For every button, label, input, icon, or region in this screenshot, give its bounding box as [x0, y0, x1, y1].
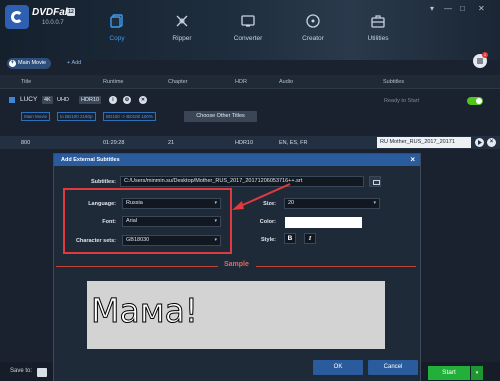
row-chapter: 21	[168, 140, 175, 146]
status-text: Ready to Start	[384, 98, 420, 104]
nav-converter[interactable]: Converter	[218, 14, 278, 52]
subtitles-label: Subtitles:	[90, 179, 116, 185]
restore-icon[interactable]: □	[460, 4, 465, 13]
style-label: Style:	[261, 237, 276, 243]
info-icon[interactable]: i	[109, 96, 117, 104]
toolbox-icon	[371, 15, 385, 28]
sample-heading: Sample	[224, 261, 249, 268]
badge-hdr10: HDR10	[79, 96, 102, 104]
badge-uhd: UHD	[57, 97, 69, 103]
version-badge: 12	[67, 8, 75, 16]
row-runtime: 01:29:28	[103, 140, 125, 146]
nav-creator-label: Creator	[302, 35, 324, 42]
subtitle-dropdown[interactable]: RU Mother_RUS_2017_20171	[377, 137, 471, 148]
dialog-title: Add External Subtitles	[61, 157, 120, 163]
choose-other-titles-button[interactable]: Choose Other Titles	[184, 111, 257, 122]
settings-menu-icon[interactable]: ▾	[430, 4, 434, 13]
close-icon[interactable]: ✕	[478, 4, 485, 13]
start-options-dropdown[interactable]: ▾	[471, 366, 483, 380]
minimize-icon[interactable]: —	[444, 4, 452, 13]
divider-left	[56, 266, 218, 267]
row-hdr: HDR10	[235, 140, 254, 146]
column-header: Title Runtime Chapter HDR Audio Subtitle…	[0, 75, 500, 89]
queue-count-badge: 1	[482, 52, 488, 58]
color-label: Color:	[259, 219, 276, 225]
col-audio: Audio	[279, 79, 294, 85]
tag-compression[interactable]: BD100 -> BD100 100%	[103, 112, 156, 121]
nav-copy-label: Copy	[109, 35, 125, 42]
save-folder-icon[interactable]	[37, 368, 47, 377]
sample-preview: Мама!	[87, 281, 385, 349]
ripper-icon	[176, 15, 188, 27]
ok-button[interactable]: OK	[313, 360, 363, 375]
remove-icon[interactable]: ✕	[139, 96, 147, 104]
chevron-down-icon: ▾	[373, 200, 376, 206]
copy-disc-icon	[110, 14, 123, 28]
dialog-close-icon[interactable]: ×	[410, 155, 415, 164]
play-icon[interactable]	[475, 138, 484, 147]
start-button[interactable]: Start	[428, 366, 470, 380]
converter-icon	[241, 15, 255, 27]
dialog-header: Add External Subtitles ×	[54, 154, 420, 166]
row-title: 800	[21, 140, 31, 146]
main-movie-label: Main Movie	[18, 60, 47, 66]
sample-text: Мама!	[90, 291, 199, 331]
nav-ripper-label: Ripper	[172, 35, 192, 42]
save-to-label: Save to:	[10, 368, 33, 374]
tag-output-format[interactable]: to BD100 2160p	[57, 112, 96, 121]
annotation-highlight-box	[63, 188, 232, 254]
toolbar: + Main Movie + Add	[0, 55, 500, 71]
nav-ripper[interactable]: Ripper	[152, 14, 212, 52]
divider-right	[256, 266, 416, 267]
col-subtitles: Subtitles	[383, 79, 405, 85]
nav-copy[interactable]: Copy	[87, 14, 147, 52]
nav-creator[interactable]: Creator	[283, 14, 343, 52]
size-select[interactable]: 20 ▾	[284, 198, 380, 209]
movie-title: LUCY	[20, 96, 38, 103]
enable-toggle[interactable]	[467, 97, 483, 105]
bold-button[interactable]: B	[284, 233, 296, 244]
subtitle-remove-icon[interactable]: ×	[487, 138, 496, 147]
top-bar: DVDFab 12 10.0.0.7 Copy Ripper Converter…	[0, 0, 500, 60]
col-runtime: Runtime	[103, 79, 124, 85]
col-title: Title	[21, 79, 32, 85]
main-movie-button[interactable]: + Main Movie	[7, 58, 52, 69]
plus-icon: +	[9, 60, 16, 67]
add-button[interactable]: + Add	[67, 59, 81, 68]
annotation-arrow-icon	[232, 183, 291, 210]
tag-main-movie[interactable]: Main Movie	[21, 112, 51, 121]
col-chapter: Chapter	[168, 79, 188, 85]
creator-icon	[306, 14, 320, 28]
color-picker[interactable]	[285, 217, 362, 228]
browse-folder-icon[interactable]	[369, 176, 381, 187]
title-row: LUCY 4K UHD HDR10 i ⚙ ✕ Ready to Start M…	[0, 90, 500, 128]
nav-utilities[interactable]: Utilities	[348, 14, 408, 52]
nav-converter-label: Converter	[233, 35, 263, 42]
italic-button[interactable]: I	[304, 233, 316, 244]
dvdfab-logo	[5, 5, 29, 29]
row-audio: EN, ES, FR	[279, 140, 308, 146]
expand-icon[interactable]	[9, 97, 15, 103]
app-name: DVDFab	[32, 7, 71, 18]
nav-utilities-label: Utilities	[367, 35, 389, 42]
badge-4k: 4K	[42, 96, 53, 104]
add-label: Add	[71, 60, 82, 66]
settings-gear-icon[interactable]: ⚙	[123, 96, 131, 104]
col-hdr: HDR	[235, 79, 247, 85]
app-version: 10.0.0.7	[42, 20, 64, 26]
cancel-button[interactable]: Cancel	[368, 360, 418, 375]
